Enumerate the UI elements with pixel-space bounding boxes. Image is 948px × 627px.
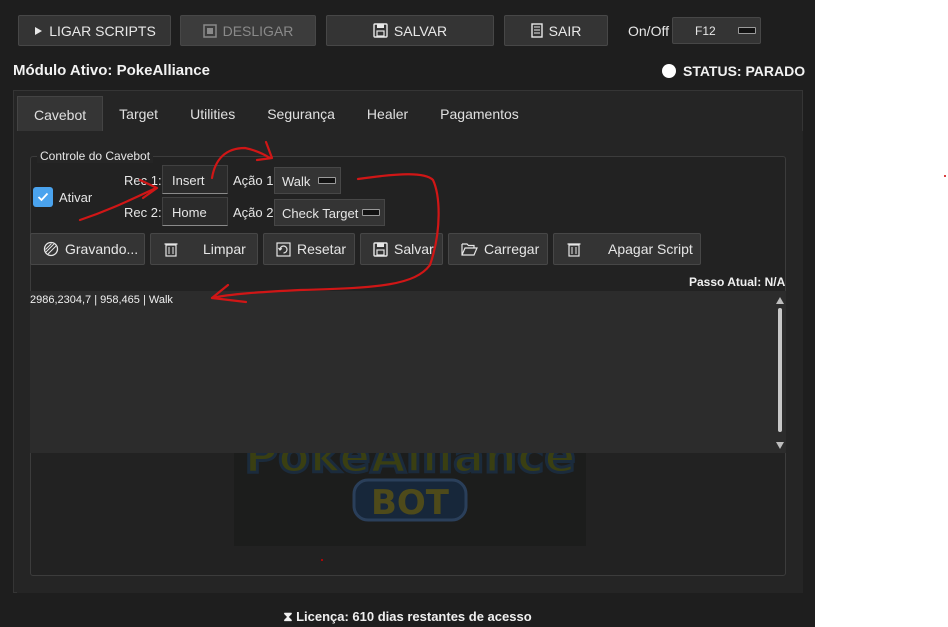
- enable-label: Ativar: [59, 190, 93, 205]
- recording-icon: [43, 241, 59, 257]
- stop-label: DESLIGAR: [222, 22, 294, 39]
- play-icon: [35, 26, 43, 35]
- dropdown-toggle-icon: [318, 177, 336, 184]
- annotation-dot: [321, 559, 323, 561]
- clear-label: Limpar: [203, 241, 246, 257]
- app-window: LIGAR SCRIPTS DESLIGAR SALVAR SAIR On/Of…: [0, 0, 815, 627]
- annotation-dot: [944, 175, 946, 177]
- onoff-label: On/Off: [628, 23, 669, 39]
- scroll-down-icon[interactable]: [776, 442, 784, 449]
- module-title: Módulo Ativo: PokeAlliance: [13, 62, 210, 79]
- rec2-label: Rec 2:: [124, 205, 162, 220]
- trash-icon: [567, 243, 581, 257]
- trash-icon: [164, 243, 178, 257]
- license-label: Licença: 610 dias restantes de acesso: [296, 609, 532, 624]
- reset-label: Resetar: [297, 241, 347, 257]
- stop-button[interactable]: DESLIGAR: [180, 15, 316, 46]
- current-step-label: Passo Atual: N/A: [689, 275, 786, 289]
- exit-icon: [530, 23, 543, 38]
- scroll-up-icon[interactable]: [776, 297, 784, 304]
- tab-seguranca[interactable]: Segurança: [251, 96, 351, 132]
- dropdown-toggle-icon: [738, 27, 756, 34]
- save-script-label: Salvar: [394, 241, 434, 257]
- load-button[interactable]: Carregar: [448, 233, 548, 265]
- save-button[interactable]: SALVAR: [326, 15, 494, 46]
- action1-label: Ação 1:: [233, 173, 278, 188]
- hotkey-value: F12: [695, 24, 716, 38]
- stop-icon: [202, 23, 217, 38]
- load-label: Carregar: [484, 241, 540, 257]
- tab-healer[interactable]: Healer: [351, 96, 424, 132]
- delete-script-label: Apagar Script: [608, 241, 693, 257]
- delete-script-button[interactable]: Apagar Script: [553, 233, 701, 265]
- status-dot-icon: [662, 64, 676, 78]
- group-title: Controle do Cavebot: [37, 149, 154, 163]
- tab-cavebot[interactable]: Cavebot: [17, 96, 104, 132]
- rec1-field[interactable]: Insert: [162, 165, 228, 194]
- exit-label: SAIR: [548, 22, 582, 39]
- floppy-disk-icon: [373, 241, 388, 257]
- script-scrollbar[interactable]: [776, 297, 784, 449]
- folder-open-icon: [461, 243, 478, 256]
- record-button[interactable]: Gravando...: [30, 233, 145, 265]
- tab-target[interactable]: Target: [103, 96, 174, 132]
- record-label: Gravando...: [65, 241, 139, 257]
- checkmark-icon: [37, 192, 49, 202]
- enable-checkbox[interactable]: [33, 187, 53, 207]
- rec2-field[interactable]: Home: [162, 197, 228, 226]
- rec2-value: Home: [172, 205, 207, 220]
- status-text: STATUS: PARADO: [683, 63, 806, 79]
- start-scripts-label: LIGAR SCRIPTS: [49, 22, 156, 39]
- tab-utilities[interactable]: Utilities: [174, 96, 251, 132]
- script-listbox[interactable]: 2986,2304,7 | 958,465 | Walk: [30, 291, 786, 453]
- dropdown-toggle-icon: [362, 209, 380, 216]
- action2-label: Ação 2:: [233, 205, 278, 220]
- rec1-value: Insert: [172, 173, 205, 188]
- tab-pagamentos[interactable]: Pagamentos: [424, 96, 535, 132]
- floppy-disk-icon: [373, 23, 388, 38]
- scroll-thumb[interactable]: [778, 308, 782, 432]
- status-indicator: STATUS: PARADO: [662, 63, 805, 79]
- action2-dropdown[interactable]: Check Target: [274, 199, 385, 226]
- refresh-icon: [276, 241, 291, 257]
- license-text: ⧗ Licença: 610 dias restantes de acesso: [0, 609, 815, 625]
- hourglass-icon: ⧗: [283, 609, 297, 624]
- save-label: SALVAR: [393, 22, 448, 39]
- save-script-button[interactable]: Salvar: [360, 233, 443, 265]
- hotkey-dropdown[interactable]: F12: [672, 17, 761, 44]
- start-scripts-button[interactable]: LIGAR SCRIPTS: [18, 15, 171, 46]
- action2-value: Check Target: [282, 206, 359, 221]
- clear-button[interactable]: Limpar: [150, 233, 258, 265]
- action1-value: Walk: [282, 174, 311, 189]
- tab-bar: Cavebot Target Utilities Segurança Heale…: [13, 96, 535, 132]
- script-line[interactable]: 2986,2304,7 | 958,465 | Walk: [30, 294, 173, 306]
- exit-button[interactable]: SAIR: [504, 15, 608, 46]
- reset-button[interactable]: Resetar: [263, 233, 355, 265]
- action1-dropdown[interactable]: Walk: [274, 167, 341, 194]
- rec1-label: Rec 1:: [124, 173, 162, 188]
